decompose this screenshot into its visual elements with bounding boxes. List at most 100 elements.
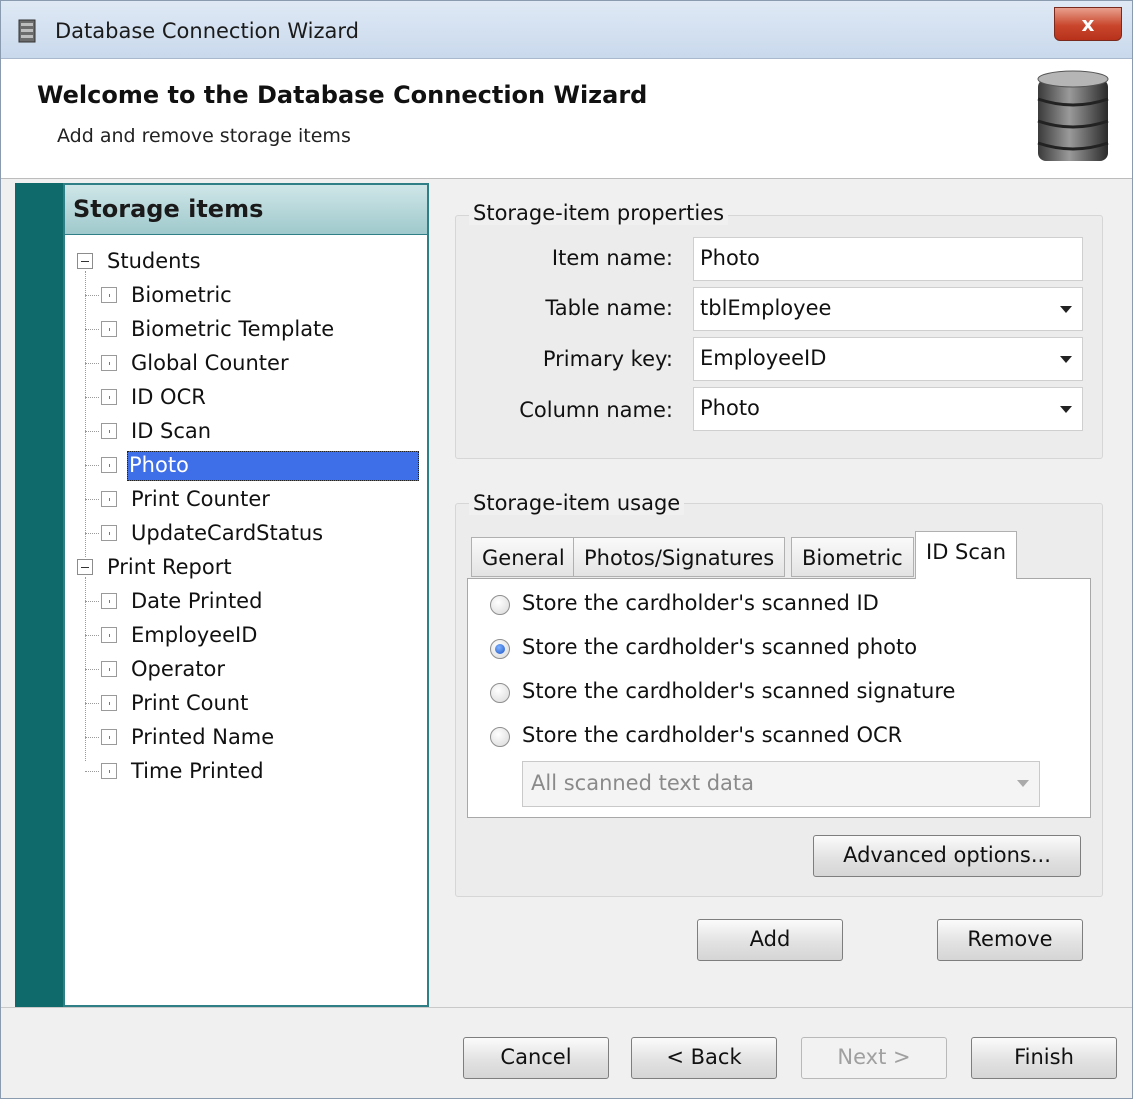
radio-label: Store the cardholder's scanned signature	[522, 679, 956, 703]
tree-connector	[85, 635, 99, 636]
close-button[interactable]: x	[1054, 7, 1122, 41]
item-icon	[101, 287, 117, 303]
item-icon	[101, 695, 117, 711]
tree-header: Storage items	[65, 185, 427, 235]
table-name-combo[interactable]: tblEmployee	[693, 287, 1083, 331]
radio-label: Store the cardholder's scanned photo	[522, 635, 918, 659]
tab-photos-signatures[interactable]: Photos/Signatures	[573, 537, 786, 577]
tab-label: Photos/Signatures	[584, 546, 775, 570]
cancel-button[interactable]: Cancel	[463, 1037, 609, 1079]
tab-id-scan[interactable]: ID Scan	[915, 531, 1018, 579]
tab-label: General	[482, 546, 565, 570]
tree-connector	[85, 295, 99, 296]
tree-item-photo[interactable]: Photo	[85, 451, 421, 481]
add-button[interactable]: Add	[697, 919, 843, 961]
wizard-window: Database Connection Wizard x Welcome to …	[0, 0, 1133, 1099]
storage-items-tree[interactable]: Storage items Students Biometric Biometr…	[63, 183, 429, 1007]
page-subtitle: Add and remove storage items	[57, 125, 351, 147]
ocr-data-value: All scanned text data	[531, 771, 755, 795]
page-title: Welcome to the Database Connection Wizar…	[37, 81, 648, 109]
item-name-label: Item name:	[551, 246, 673, 270]
tab-label: ID Scan	[926, 540, 1007, 564]
tree-connector	[85, 737, 99, 738]
tree-connector	[85, 669, 99, 670]
tree-item-label: Print Counter	[131, 487, 270, 511]
item-icon	[101, 593, 117, 609]
properties-group-title: Storage-item properties	[469, 201, 729, 225]
column-name-label: Column name:	[519, 398, 673, 422]
window-title: Database Connection Wizard	[55, 19, 359, 43]
finish-button[interactable]: Finish	[971, 1037, 1117, 1079]
primary-key-combo[interactable]: EmployeeID	[693, 337, 1083, 381]
tree-connector	[85, 499, 99, 500]
collapse-icon[interactable]	[77, 253, 93, 269]
primary-key-value: EmployeeID	[700, 346, 827, 370]
left-accent-strip	[15, 183, 65, 1007]
back-button[interactable]: < Back	[631, 1037, 777, 1079]
wizard-header: Welcome to the Database Connection Wizar…	[1, 59, 1132, 179]
ocr-data-combo: All scanned text data	[522, 761, 1040, 807]
tree-item-label-selected: Photo	[127, 451, 419, 481]
column-name-value: Photo	[700, 396, 760, 420]
item-icon	[101, 457, 117, 473]
radio-label: Store the cardholder's scanned ID	[522, 591, 879, 615]
tree-item-label: ID Scan	[131, 419, 212, 443]
next-button: Next >	[801, 1037, 947, 1079]
tree-connector	[85, 271, 86, 557]
radio-button[interactable]	[490, 683, 510, 703]
tree-header-label: Storage items	[73, 195, 264, 223]
item-icon	[101, 729, 117, 745]
item-name-value: Photo	[700, 246, 760, 270]
id-scan-tab-page: Store the cardholder's scanned ID Store …	[467, 578, 1091, 818]
radio-button[interactable]	[490, 727, 510, 747]
advanced-options-button[interactable]: Advanced options...	[813, 835, 1081, 877]
item-icon	[101, 355, 117, 371]
primary-key-label: Primary key:	[542, 347, 673, 371]
remove-button[interactable]: Remove	[937, 919, 1083, 961]
item-icon	[101, 389, 117, 405]
tree-item-label: Biometric Template	[131, 317, 335, 341]
tree-connector	[85, 363, 99, 364]
item-icon	[101, 491, 117, 507]
tree-node-label: Students	[107, 249, 201, 273]
radio-button-checked[interactable]	[490, 639, 510, 659]
tree-connector	[85, 397, 99, 398]
item-icon	[101, 661, 117, 677]
tree-connector	[85, 431, 99, 432]
usage-group-title: Storage-item usage	[469, 491, 685, 515]
column-name-combo[interactable]: Photo	[693, 387, 1083, 431]
tab-biometric[interactable]: Biometric	[791, 537, 914, 577]
tree-item-label: Operator	[131, 657, 225, 681]
tree-item-label: Biometric	[131, 283, 232, 307]
tree-connector	[85, 771, 99, 772]
tree-connector	[85, 465, 99, 466]
table-name-value: tblEmployee	[700, 296, 832, 320]
database-icon	[1037, 70, 1109, 161]
tree-item-label: ID OCR	[131, 385, 206, 409]
tree-item-label: Global Counter	[131, 351, 289, 375]
tab-label: Biometric	[802, 546, 903, 570]
chevron-down-icon[interactable]	[1060, 306, 1072, 313]
app-icon	[18, 19, 36, 43]
item-icon	[101, 321, 117, 337]
table-name-label: Table name:	[545, 296, 673, 320]
tree-item-label: Time Printed	[131, 759, 264, 783]
tree-item-label: Date Printed	[131, 589, 263, 613]
radio-label: Store the cardholder's scanned OCR	[522, 723, 903, 747]
tab-general[interactable]: General	[471, 537, 576, 577]
collapse-icon[interactable]	[77, 559, 93, 575]
chevron-down-icon[interactable]	[1060, 356, 1072, 363]
tree-node-label: Print Report	[107, 555, 232, 579]
tree-connector	[85, 703, 99, 704]
chevron-down-icon	[1017, 780, 1029, 787]
item-icon	[101, 763, 117, 779]
title-bar[interactable]: Database Connection Wizard x	[1, 1, 1132, 59]
tree-connector	[85, 533, 99, 534]
tree-item-label: Printed Name	[131, 725, 275, 749]
item-name-input[interactable]: Photo	[693, 237, 1083, 281]
chevron-down-icon[interactable]	[1060, 406, 1072, 413]
radio-button[interactable]	[490, 595, 510, 615]
tree-item-label: UpdateCardStatus	[131, 521, 324, 545]
tree-connector	[85, 329, 99, 330]
tree-connector	[85, 601, 99, 602]
